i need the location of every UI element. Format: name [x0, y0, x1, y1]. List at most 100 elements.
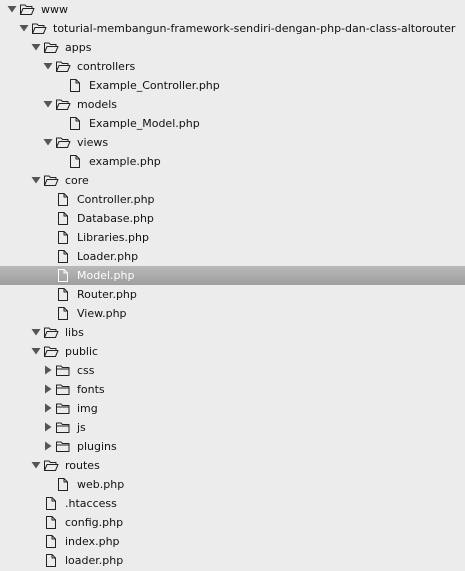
file-label: Example_Model.php [89, 117, 200, 130]
file-icon [67, 78, 83, 93]
folder-icon [55, 382, 71, 397]
tree-folder-row[interactable]: controllers [0, 57, 465, 76]
file-label: index.php [65, 535, 120, 548]
expand-arrow-icon[interactable] [30, 325, 42, 339]
tree-folder-row[interactable]: img [0, 399, 465, 418]
file-icon [55, 192, 71, 207]
tree-folder-row[interactable]: routes [0, 456, 465, 475]
tree-file-row[interactable]: View.php [0, 304, 465, 323]
folder-label: js [77, 421, 86, 434]
folder-open-icon [55, 135, 71, 150]
file-icon [67, 116, 83, 131]
expand-arrow-icon[interactable] [30, 40, 42, 54]
folder-label: toturial-membangun-framework-sendiri-den… [53, 22, 456, 35]
tree-file-row[interactable]: Router.php [0, 285, 465, 304]
file-icon [67, 154, 83, 169]
folder-label: fonts [77, 383, 105, 396]
collapse-arrow-icon[interactable] [42, 382, 54, 396]
file-icon [55, 268, 71, 283]
expand-arrow-icon[interactable] [42, 135, 54, 149]
folder-label: models [77, 98, 117, 111]
expand-arrow-icon[interactable] [6, 2, 18, 16]
folder-label: img [77, 402, 98, 415]
file-label: Libraries.php [77, 231, 149, 244]
folder-icon [55, 401, 71, 416]
tree-folder-row[interactable]: css [0, 361, 465, 380]
folder-label: core [65, 174, 89, 187]
file-label: .htaccess [65, 497, 117, 510]
tree-folder-row[interactable]: toturial-membangun-framework-sendiri-den… [0, 19, 465, 38]
folder-label: apps [65, 41, 92, 54]
folder-label: public [65, 345, 99, 358]
tree-folder-row[interactable]: models [0, 95, 465, 114]
folder-open-icon [43, 325, 59, 340]
folder-open-icon [43, 344, 59, 359]
expand-arrow-icon[interactable] [42, 97, 54, 111]
file-icon [55, 477, 71, 492]
tree-file-row[interactable]: config.php [0, 513, 465, 532]
tree-file-row[interactable]: Model.php [0, 266, 465, 285]
file-icon [43, 515, 59, 530]
file-icon [43, 496, 59, 511]
file-label: Database.php [77, 212, 154, 225]
tree-file-row[interactable]: Controller.php [0, 190, 465, 209]
folder-label: routes [65, 459, 100, 472]
folder-label: www [41, 3, 68, 16]
file-label: Router.php [77, 288, 137, 301]
file-label: Loader.php [77, 250, 139, 263]
folder-icon [55, 439, 71, 454]
tree-file-row[interactable]: Example_Model.php [0, 114, 465, 133]
tree-file-row[interactable]: web.php [0, 475, 465, 494]
tree-file-row[interactable]: Example_Controller.php [0, 76, 465, 95]
collapse-arrow-icon[interactable] [42, 401, 54, 415]
folder-open-icon [43, 40, 59, 55]
tree-folder-row[interactable]: js [0, 418, 465, 437]
file-icon [55, 211, 71, 226]
expand-arrow-icon[interactable] [30, 173, 42, 187]
folder-icon [55, 420, 71, 435]
tree-folder-row[interactable]: libs [0, 323, 465, 342]
file-label: web.php [77, 478, 125, 491]
tree-folder-row[interactable]: public [0, 342, 465, 361]
tree-folder-row[interactable]: plugins [0, 437, 465, 456]
file-tree: www toturial-membangun-framework-sendiri-… [0, 0, 465, 571]
folder-open-icon [31, 21, 47, 36]
file-label: loader.php [65, 554, 124, 567]
folder-open-icon [43, 458, 59, 473]
expand-arrow-icon[interactable] [42, 59, 54, 73]
expand-arrow-icon[interactable] [18, 21, 30, 35]
expand-arrow-icon[interactable] [30, 344, 42, 358]
tree-folder-row[interactable]: www [0, 0, 465, 19]
file-icon [55, 249, 71, 264]
folder-open-icon [55, 97, 71, 112]
collapse-arrow-icon[interactable] [42, 439, 54, 453]
expand-arrow-icon[interactable] [30, 458, 42, 472]
tree-file-row[interactable]: index.php [0, 532, 465, 551]
tree-file-row[interactable]: Libraries.php [0, 228, 465, 247]
file-label: config.php [65, 516, 124, 529]
collapse-arrow-icon[interactable] [42, 420, 54, 434]
folder-open-icon [43, 173, 59, 188]
tree-file-row[interactable]: example.php [0, 152, 465, 171]
collapse-arrow-icon[interactable] [42, 363, 54, 377]
tree-folder-row[interactable]: views [0, 133, 465, 152]
file-label: Controller.php [77, 193, 155, 206]
tree-file-row[interactable]: loader.php [0, 551, 465, 570]
folder-icon [55, 363, 71, 378]
tree-file-row[interactable]: Loader.php [0, 247, 465, 266]
file-icon [55, 287, 71, 302]
folder-label: views [77, 136, 109, 149]
folder-label: plugins [77, 440, 117, 453]
folder-label: libs [65, 326, 84, 339]
file-icon [43, 553, 59, 568]
file-label: Example_Controller.php [89, 79, 220, 92]
tree-folder-row[interactable]: core [0, 171, 465, 190]
folder-label: controllers [77, 60, 136, 73]
tree-folder-row[interactable]: apps [0, 38, 465, 57]
file-label: example.php [89, 155, 161, 168]
folder-open-icon [19, 2, 35, 17]
tree-file-row[interactable]: Database.php [0, 209, 465, 228]
file-label: Model.php [77, 269, 135, 282]
tree-folder-row[interactable]: fonts [0, 380, 465, 399]
tree-file-row[interactable]: .htaccess [0, 494, 465, 513]
